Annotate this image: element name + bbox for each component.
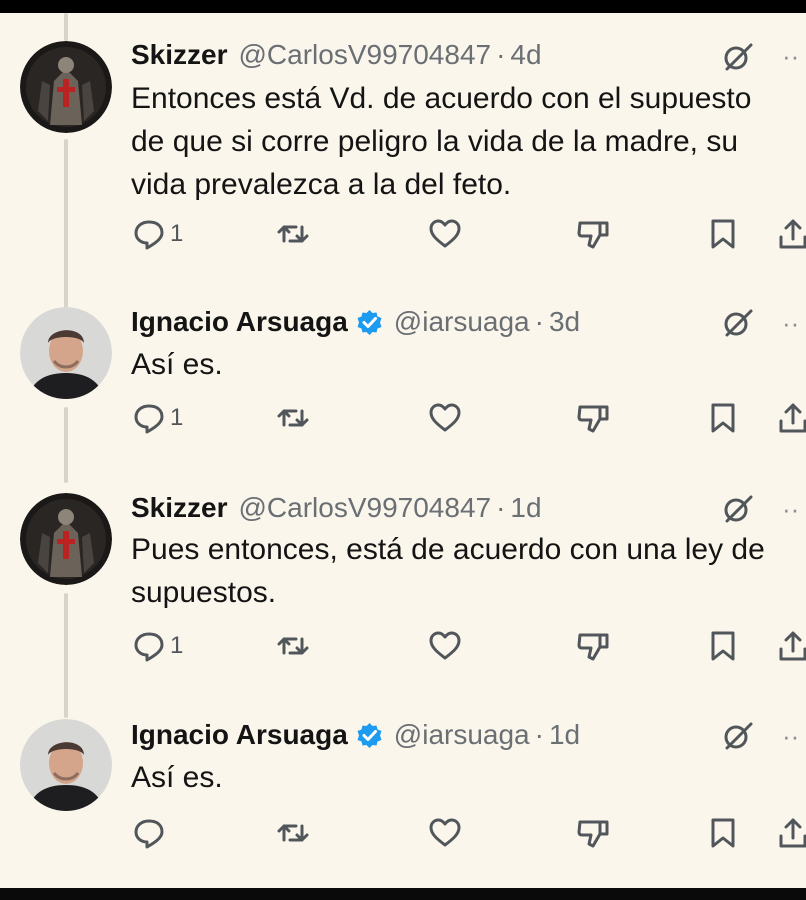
- reply-count: 1: [170, 632, 184, 659]
- share-icon: [779, 818, 806, 848]
- retweet-button[interactable]: [276, 813, 310, 853]
- reply-icon: [134, 220, 164, 250]
- tweet[interactable]: Ignacio Arsuaga @iarsuaga · 1d ·· Así es…: [0, 13, 806, 849]
- thumbs-down-icon: [577, 633, 609, 661]
- tweet-text: Así es.: [131, 343, 806, 386]
- reply-icon: [134, 404, 164, 434]
- bookmark-icon: [711, 818, 735, 848]
- heart-icon: [429, 818, 461, 847]
- action-bar: 1: [0, 214, 806, 254]
- separator-dot: ·: [534, 719, 544, 750]
- grok-icon[interactable]: [721, 491, 755, 525]
- bookmark-button[interactable]: [706, 398, 740, 438]
- more-icon[interactable]: ··: [782, 496, 806, 522]
- bottom-bar: [0, 888, 806, 900]
- bookmark-icon: [711, 403, 735, 433]
- action-bar: 1: [0, 398, 806, 438]
- retweet-icon: [277, 637, 309, 655]
- reply-icon: [134, 819, 164, 849]
- author-handle[interactable]: @CarlosV99704847: [239, 492, 492, 524]
- separator-dot: ·: [534, 306, 544, 337]
- tweet-text-line: supuestos.: [131, 576, 277, 609]
- timestamp[interactable]: 1d: [549, 719, 580, 751]
- like-button[interactable]: [428, 214, 462, 254]
- author-name[interactable]: Skizzer: [131, 492, 228, 524]
- verified-badge-icon: [356, 309, 383, 336]
- reply-button[interactable]: 1: [132, 626, 183, 666]
- reply-icon: [134, 632, 164, 662]
- avatar[interactable]: [20, 307, 112, 399]
- author-handle[interactable]: @iarsuaga: [394, 306, 530, 338]
- like-button[interactable]: [428, 398, 462, 438]
- grok-icon[interactable]: [721, 718, 755, 752]
- author-name[interactable]: Ignacio Arsuaga: [131, 719, 348, 751]
- heart-icon: [429, 403, 461, 432]
- tweet-text-line: Así es.: [131, 761, 223, 794]
- heart-icon: [429, 631, 461, 660]
- reply-count: 1: [170, 220, 184, 247]
- retweet-button[interactable]: [276, 214, 310, 254]
- dislike-button[interactable]: [576, 626, 610, 666]
- more-icon[interactable]: ··: [782, 310, 806, 336]
- timestamp[interactable]: 3d: [549, 306, 580, 338]
- share-button[interactable]: [776, 626, 806, 666]
- action-bar: 1: [0, 626, 806, 666]
- share-icon: [779, 219, 806, 249]
- share-icon: [779, 403, 806, 433]
- reply-count: 1: [170, 404, 184, 431]
- share-button[interactable]: [776, 214, 806, 254]
- more-icon[interactable]: ··: [782, 723, 806, 749]
- dislike-button[interactable]: [576, 214, 610, 254]
- tweet-text: Pues entonces, está de acuerdo con una l…: [131, 528, 806, 614]
- reply-button[interactable]: [132, 813, 170, 853]
- share-button[interactable]: [776, 813, 806, 853]
- thumbs-down-icon: [577, 820, 609, 848]
- tweet-text: Así es.: [131, 756, 806, 799]
- action-bar: [0, 813, 806, 853]
- thumbs-down-icon: [577, 221, 609, 249]
- bookmark-icon: [711, 219, 735, 249]
- bookmark-button[interactable]: [706, 813, 740, 853]
- like-button[interactable]: [428, 626, 462, 666]
- retweet-icon: [277, 409, 309, 427]
- dislike-button[interactable]: [576, 813, 610, 853]
- bookmark-icon: [711, 631, 735, 661]
- verified-badge-icon: [356, 722, 383, 749]
- avatar[interactable]: [20, 719, 112, 811]
- share-button[interactable]: [776, 398, 806, 438]
- reply-button[interactable]: 1: [132, 214, 183, 254]
- retweet-button[interactable]: [276, 626, 310, 666]
- thumbs-down-icon: [577, 405, 609, 433]
- tweet-text-line: Pues entonces, está de acuerdo con una l…: [131, 533, 765, 566]
- bookmark-button[interactable]: [706, 626, 740, 666]
- like-button[interactable]: [428, 813, 462, 853]
- timestamp[interactable]: 1d: [510, 492, 541, 524]
- avatar[interactable]: [20, 493, 112, 585]
- author-name[interactable]: Ignacio Arsuaga: [131, 306, 348, 338]
- tweet-thread: Skizzer @CarlosV99704847 · 4d ·· Entonce…: [0, 13, 806, 888]
- author-handle[interactable]: @iarsuaga: [394, 719, 530, 751]
- heart-icon: [429, 219, 461, 248]
- reply-button[interactable]: 1: [132, 398, 183, 438]
- share-icon: [779, 631, 806, 661]
- tweet-text-line: Así es.: [131, 348, 223, 381]
- retweet-icon: [277, 225, 309, 243]
- bookmark-button[interactable]: [706, 214, 740, 254]
- dislike-button[interactable]: [576, 398, 610, 438]
- retweet-button[interactable]: [276, 398, 310, 438]
- grok-icon[interactable]: [721, 305, 755, 339]
- separator-dot: ·: [496, 492, 506, 523]
- retweet-icon: [277, 824, 309, 842]
